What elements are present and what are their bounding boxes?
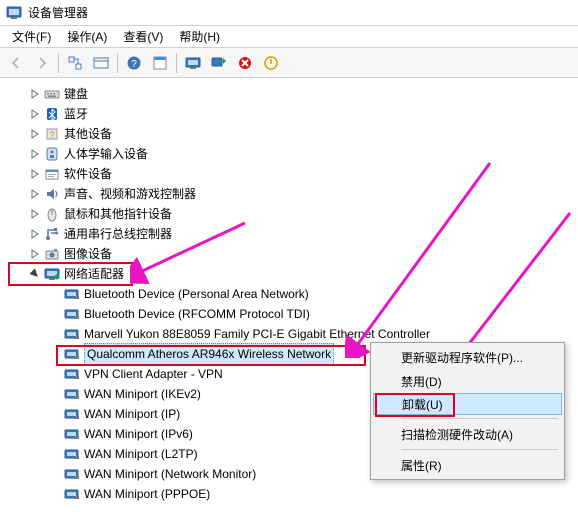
context-scan-changes[interactable]: 扫描检测硬件改动(A) — [373, 422, 562, 446]
toolbar-separator — [117, 53, 118, 73]
tree-category[interactable]: 鼠标和其他指针设备 — [6, 204, 578, 224]
tree-device[interactable]: Bluetooth Device (RFCOMM Protocol TDI) — [6, 304, 578, 324]
menu-help[interactable]: 帮助(H) — [171, 26, 228, 47]
chevron-right-icon[interactable] — [28, 107, 42, 121]
menu-file[interactable]: 文件(F) — [4, 26, 59, 47]
tree-category-network[interactable]: 网络适配器 — [6, 264, 578, 284]
properties-button[interactable] — [148, 51, 172, 75]
category-label: 网络适配器 — [64, 264, 124, 284]
chevron-right-icon[interactable] — [28, 127, 42, 141]
back-button[interactable] — [4, 51, 28, 75]
nic-icon — [64, 386, 80, 402]
nic-icon — [64, 286, 80, 302]
title-bar: 设备管理器 — [0, 0, 578, 26]
category-label: 声音、视频和游戏控制器 — [64, 184, 196, 204]
window-title: 设备管理器 — [28, 4, 88, 21]
device-label: WAN Miniport (IPv6) — [84, 424, 193, 444]
device-label: WAN Miniport (PPPOE) — [84, 484, 210, 504]
device-label: Bluetooth Device (Personal Area Network) — [84, 284, 309, 304]
chevron-right-icon[interactable] — [28, 87, 42, 101]
tree-device[interactable]: Bluetooth Device (Personal Area Network) — [6, 284, 578, 304]
scan-hardware-button[interactable] — [207, 51, 231, 75]
tree-category[interactable]: 通用串行总线控制器 — [6, 224, 578, 244]
category-icon — [44, 166, 60, 182]
context-properties[interactable]: 属性(R) — [373, 453, 562, 477]
device-label: WAN Miniport (IKEv2) — [84, 384, 201, 404]
tree-device[interactable]: WAN Miniport (PPPOE) — [6, 484, 578, 504]
help-button[interactable]: ? — [122, 51, 146, 75]
nic-icon — [64, 486, 80, 502]
category-label: 鼠标和其他指针设备 — [64, 204, 172, 224]
svg-text:?: ? — [49, 130, 54, 140]
network-category-icon — [44, 266, 60, 282]
nic-icon — [64, 306, 80, 322]
tree-category[interactable]: ? 其他设备 — [6, 124, 578, 144]
tree-category[interactable]: 软件设备 — [6, 164, 578, 184]
tree-category[interactable]: 图像设备 — [6, 244, 578, 264]
device-label: WAN Miniport (Network Monitor) — [84, 464, 256, 484]
toolbar: ? — [0, 48, 578, 78]
menu-action[interactable]: 操作(A) — [59, 26, 115, 47]
category-icon: ? — [44, 126, 60, 142]
chevron-right-icon[interactable] — [28, 187, 42, 201]
tree-category[interactable]: 键盘 — [6, 84, 578, 104]
show-hidden-button[interactable] — [89, 51, 113, 75]
chevron-right-icon[interactable] — [28, 207, 42, 221]
menu-view[interactable]: 查看(V) — [115, 26, 171, 47]
context-disable[interactable]: 禁用(D) — [373, 369, 562, 393]
app-icon — [6, 5, 22, 21]
nic-icon — [64, 406, 80, 422]
tree-category[interactable]: 蓝牙 — [6, 104, 578, 124]
category-label: 键盘 — [64, 84, 88, 104]
tree-device[interactable]: Marvell Yukon 88E8059 Family PCI-E Gigab… — [6, 324, 578, 344]
menu-bar: 文件(F) 操作(A) 查看(V) 帮助(H) — [0, 26, 578, 48]
context-menu: 更新驱动程序软件(P)... 禁用(D) 卸载(U) 扫描检测硬件改动(A) 属… — [370, 342, 565, 480]
category-label: 人体学输入设备 — [64, 144, 148, 164]
uninstall-button[interactable] — [233, 51, 257, 75]
nic-icon — [64, 326, 80, 342]
chevron-right-icon[interactable] — [28, 147, 42, 161]
context-separator — [401, 418, 558, 419]
category-icon — [44, 226, 60, 242]
computer-button[interactable] — [181, 51, 205, 75]
toolbar-separator — [58, 53, 59, 73]
up-tree-button[interactable] — [63, 51, 87, 75]
device-label: VPN Client Adapter - VPN — [84, 364, 223, 384]
chevron-right-icon[interactable] — [28, 227, 42, 241]
category-icon — [44, 206, 60, 222]
device-label: WAN Miniport (L2TP) — [84, 444, 198, 464]
nic-icon — [64, 446, 80, 462]
nic-icon — [64, 426, 80, 442]
category-icon — [44, 106, 60, 122]
device-label: WAN Miniport (IP) — [84, 404, 180, 424]
tree-category[interactable]: 人体学输入设备 — [6, 144, 578, 164]
category-icon — [44, 86, 60, 102]
category-icon — [44, 186, 60, 202]
toolbar-separator — [176, 53, 177, 73]
svg-text:?: ? — [131, 59, 137, 70]
context-separator — [401, 449, 558, 450]
enable-button[interactable] — [259, 51, 283, 75]
category-icon — [44, 146, 60, 162]
context-update-driver[interactable]: 更新驱动程序软件(P)... — [373, 345, 562, 369]
category-label: 图像设备 — [64, 244, 112, 264]
device-label: Bluetooth Device (RFCOMM Protocol TDI) — [84, 304, 310, 324]
category-label: 蓝牙 — [64, 104, 88, 124]
category-label: 其他设备 — [64, 124, 112, 144]
category-icon — [44, 246, 60, 262]
chevron-down-icon[interactable] — [28, 267, 42, 281]
tree-category[interactable]: 声音、视频和游戏控制器 — [6, 184, 578, 204]
chevron-right-icon[interactable] — [28, 167, 42, 181]
category-label: 软件设备 — [64, 164, 112, 184]
forward-button[interactable] — [30, 51, 54, 75]
device-label: Qualcomm Atheros AR946x Wireless Network — [84, 343, 334, 365]
context-uninstall[interactable]: 卸载(U) — [373, 393, 562, 415]
nic-icon — [64, 466, 80, 482]
category-label: 通用串行总线控制器 — [64, 224, 172, 244]
nic-icon — [64, 346, 80, 362]
nic-icon — [64, 366, 80, 382]
device-label: Marvell Yukon 88E8059 Family PCI-E Gigab… — [84, 324, 430, 344]
chevron-right-icon[interactable] — [28, 247, 42, 261]
